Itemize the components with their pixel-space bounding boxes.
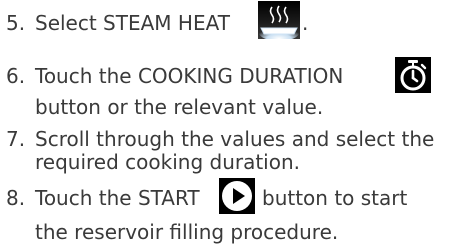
step-text-continued: the reservoir filling procedure. [35,220,339,244]
step-text-continued: button or the relevant value. [35,95,324,119]
stopwatch-icon [395,57,431,93]
step-text-period: . [302,11,309,35]
step-text: Touch the START [35,186,200,210]
step-number: 6. [6,64,26,88]
step-text-after-icon: button to start [262,186,408,210]
steam-heat-icon [258,1,300,41]
step-text-continued: required cooking duration. [35,150,301,174]
play-icon [219,178,255,214]
step-text: Scroll through the values and select the [35,127,435,151]
instruction-page: { "steps": [ { "number": "5.", "line1": … [0,0,475,247]
step-number: 5. [6,11,26,35]
step-number: 8. [6,186,26,210]
step-text: Select STEAM HEAT [35,11,230,35]
step-text: Touch the COOKING DURATION [35,64,344,88]
step-number: 7. [6,127,26,151]
